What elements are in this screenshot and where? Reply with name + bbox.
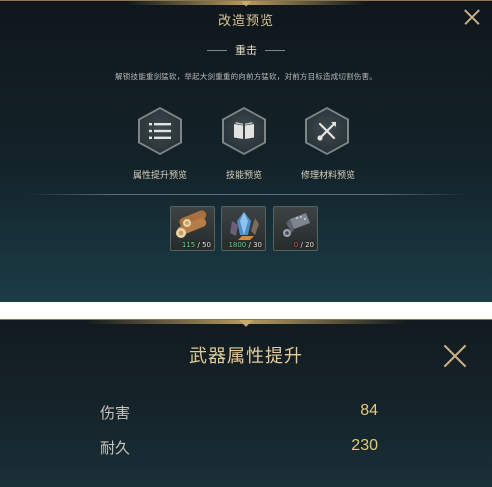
skill-preview-button[interactable] — [222, 107, 266, 155]
close-icon[interactable] — [444, 345, 466, 367]
stat-value: 84 — [360, 402, 378, 419]
book-icon — [234, 122, 254, 139]
stat-row-durability: 耐久 230 — [100, 437, 380, 459]
material-slot-crystal[interactable]: 1800 / 30 — [221, 206, 266, 251]
material-count: 1800 / 30 — [228, 241, 262, 249]
skill-header: 重击 — [0, 42, 492, 58]
stat-row-damage: 伤害 84 — [100, 402, 380, 424]
divider-right — [265, 49, 285, 51]
material-count: 0 / 20 — [293, 241, 314, 249]
stat-name: 伤害 — [100, 404, 131, 422]
panel-title: 改造预览 — [217, 14, 274, 29]
material-slot-wood[interactable]: 115 / 50 — [170, 206, 215, 251]
stat-preview-button[interactable] — [138, 107, 182, 155]
stat-value: 230 — [351, 437, 378, 454]
close-icon[interactable] — [464, 9, 480, 25]
skill-description: 解锁技能重剑猛砍，举起大剑重重的向前方猛砍，对前方目标造成切割伤害。 — [115, 72, 377, 81]
crystal-ore-icon — [230, 212, 259, 240]
repair-material-preview-label[interactable]: 修理材料预览 — [296, 168, 360, 181]
skill-name: 重击 — [235, 44, 257, 57]
wood-logs-icon — [176, 210, 207, 238]
section-divider — [24, 194, 468, 195]
repair-material-preview-button[interactable] — [305, 107, 349, 155]
skill-preview-label[interactable]: 技能预览 — [219, 168, 269, 181]
metal-part-icon — [283, 213, 310, 237]
panel-title: 武器属性提升 — [189, 346, 303, 367]
upgrade-preview-panel: 改造预览 重击 解锁技能重剑猛砍，举起大剑重重的向前方猛砍，对前方目标造成切割伤… — [0, 0, 492, 302]
weapon-stats-panel: 武器属性提升 伤害 84 耐久 230 — [0, 319, 492, 487]
stat-preview-label[interactable]: 属性提升预览 — [131, 168, 189, 181]
tools-icon — [317, 122, 336, 141]
stat-name: 耐久 — [100, 439, 131, 457]
material-slot-metal[interactable]: 0 / 20 — [273, 206, 318, 251]
divider-left — [207, 49, 227, 51]
material-count: 115 / 50 — [181, 241, 211, 249]
list-icon — [149, 123, 171, 139]
